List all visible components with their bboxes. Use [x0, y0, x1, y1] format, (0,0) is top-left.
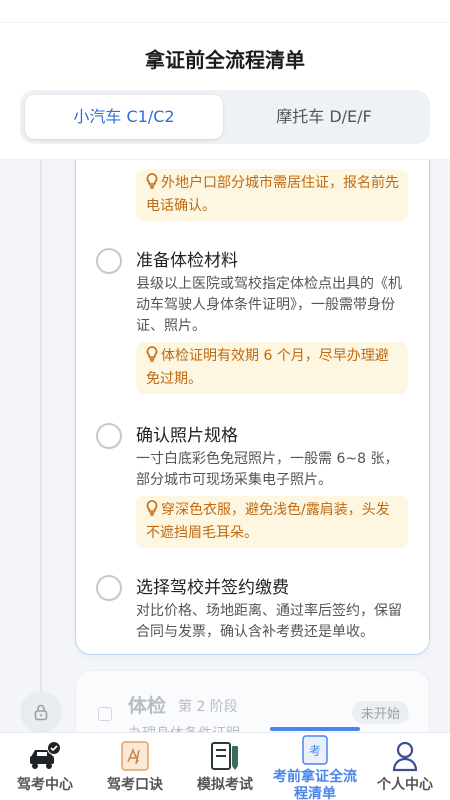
icon-glyph: 考 [309, 744, 321, 758]
stage-desc: 办理身体条件证明 [128, 723, 240, 732]
tab-label: 驾考口诀 [107, 777, 163, 793]
lightbulb-icon [146, 173, 158, 196]
tab-checklist[interactable]: 考 考前拿证全流程清单 [270, 733, 360, 800]
task-desc: 县级以上医院或驾校指定体检点出具的《机动车驾驶人身体条件证明》，一般需带身份证、… [136, 276, 402, 334]
stage-card-medical[interactable]: 体检 第 2 阶段 办理身体条件证明 未开始 [75, 670, 430, 732]
bottom-tab-bar: 驾考中心 驾考口诀 模拟考试 考 考前拿证全流程清单 个人中心 [0, 727, 450, 800]
tip-text: 穿深色衣服，避免浅色/露肩装，头发不遮挡眉毛耳朵。 [146, 502, 390, 541]
tab-driving-center[interactable]: 驾考中心 [0, 733, 90, 800]
task-title: 选择驾校并签约缴费 [136, 578, 289, 598]
task-checkbox[interactable] [96, 423, 122, 449]
tab-label: 考前拿证全流程清单 [273, 769, 357, 800]
stage-phase: 第 2 阶段 [178, 699, 238, 715]
lightbulb-icon [146, 346, 158, 369]
status-divider [0, 22, 450, 23]
tab-mock-exam[interactable]: 模拟考试 [180, 733, 270, 800]
tab-label: 模拟考试 [197, 777, 253, 793]
stage-name: 体检 [128, 695, 167, 717]
page-title: 拿证前全流程清单 [145, 48, 305, 72]
checkbox-icon [98, 707, 112, 721]
tip-residence: 外地户口部分城市需居住证，报名前先电话确认。 [136, 169, 408, 221]
tab-profile[interactable]: 个人中心 [360, 733, 450, 800]
checklist-scroll-area[interactable]: 外地户口部分城市需居住证，报名前先电话确认。 准备体检材料 县级以上医院或驾校指… [0, 160, 450, 732]
task-title: 准备体检材料 [136, 251, 238, 271]
exam-checklist-icon: 考 [298, 734, 332, 766]
tip-photo: 穿深色衣服，避免浅色/露肩装，头发不遮挡眉毛耳朵。 [136, 496, 408, 548]
person-icon [388, 740, 422, 772]
formula-book-icon [118, 740, 152, 772]
task-checkbox[interactable] [96, 575, 122, 601]
tab-label: 驾考中心 [17, 777, 73, 793]
car-check-icon [28, 740, 62, 772]
vehicle-type-switch: 小汽车 C1/C2 摩托车 D/E/F [20, 90, 430, 144]
tab-label: 个人中心 [377, 777, 433, 793]
exam-book-icon [208, 740, 242, 772]
tip-text: 外地户口部分城市需居住证，报名前先电话确认。 [146, 175, 399, 214]
tab-car-c1c2[interactable]: 小汽车 C1/C2 [25, 95, 223, 139]
task-desc: 一寸白底彩色免冠照片，一般需 6~8 张，部分城市可现场采集电子照片。 [136, 451, 399, 488]
lightbulb-icon [146, 500, 158, 523]
tab-driving-formula[interactable]: 驾考口诀 [90, 733, 180, 800]
task-desc: 对比价格、场地距离、通过率后签约，保留合同与发票，确认含补考费还是单收。 [136, 603, 402, 640]
task-title: 确认照片规格 [136, 426, 238, 446]
active-tab-indicator [270, 727, 360, 731]
current-stage-card: 外地户口部分城市需居住证，报名前先电话确认。 准备体检材料 县级以上医院或驾校指… [75, 160, 430, 655]
tip-text: 体检证明有效期 6 个月，尽早办理避免过期。 [146, 348, 389, 387]
timeline-line [40, 160, 42, 732]
task-checkbox[interactable] [96, 248, 122, 274]
tip-medical: 体检证明有效期 6 个月，尽早办理避免过期。 [136, 342, 408, 394]
page-header: 拿证前全流程清单 小汽车 C1/C2 摩托车 D/E/F [0, 0, 450, 160]
tab-motorcycle-def[interactable]: 摩托车 D/E/F [225, 95, 423, 139]
status-badge: 未开始 [351, 701, 409, 724]
lock-icon [20, 691, 62, 732]
